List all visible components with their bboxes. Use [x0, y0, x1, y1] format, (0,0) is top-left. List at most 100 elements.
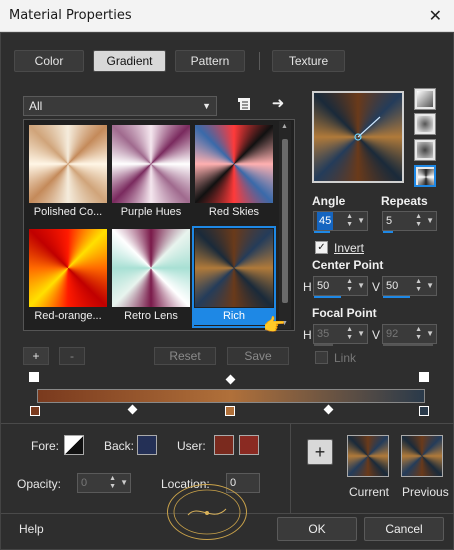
spin-arrows-icon[interactable]: ▲ ▼: [346, 213, 353, 229]
spin-arrows-icon[interactable]: ▲ ▼: [346, 278, 353, 294]
invert-checkbox[interactable]: ✓: [315, 241, 328, 254]
fore-swatch[interactable]: [64, 435, 84, 455]
user-swatch-1[interactable]: [214, 435, 234, 455]
gallery-item-purple-hues[interactable]: Purple Hues: [111, 124, 191, 222]
back-swatch[interactable]: [137, 435, 157, 455]
chevron-down-icon[interactable]: ▼: [357, 325, 365, 343]
previous-label: Previous: [402, 485, 449, 499]
back-label: Back:: [104, 439, 135, 453]
radial-style-button[interactable]: [414, 165, 436, 187]
gallery-item-label: Red Skies: [208, 206, 260, 218]
center-v-stepper[interactable]: 50 ▲ ▼ ▼: [382, 276, 437, 298]
spin-arrows-icon[interactable]: ▲ ▼: [109, 475, 116, 491]
spin-arrows-icon[interactable]: ▲ ▼: [415, 278, 422, 294]
gradient-strip[interactable]: [37, 389, 425, 403]
ok-button[interactable]: OK: [277, 517, 357, 541]
scroll-up-icon[interactable]: ▲: [281, 123, 288, 130]
chevron-down-icon[interactable]: ▼: [120, 474, 128, 492]
reset-button[interactable]: Reset: [154, 347, 216, 365]
gallery-item-label: Rich: [194, 308, 274, 325]
repeats-stepper[interactable]: 5 ▲ ▼ ▼: [382, 211, 437, 233]
gradient-gallery: Polished Co... Purple Hues Red Skies Red…: [23, 119, 295, 331]
focal-h-slider-fill: [314, 344, 333, 346]
gallery-item-red-skies[interactable]: Red Skies: [194, 124, 274, 222]
sunburst-style-button[interactable]: [414, 139, 436, 161]
gradient-thumbnail: [112, 229, 190, 307]
focal-v-slider-fill: [383, 344, 433, 346]
gradient-preview[interactable]: [312, 91, 404, 183]
center-h-label: H: [303, 280, 312, 294]
linear-style-button[interactable]: [414, 88, 436, 110]
top-stop-marker[interactable]: [29, 372, 39, 382]
midpoint-marker[interactable]: [127, 404, 138, 415]
gallery-item-label: Polished Co...: [33, 206, 103, 218]
user-label: User:: [177, 439, 206, 453]
center-h-stepper[interactable]: 50 ▲ ▼ ▼: [313, 276, 368, 298]
help-link[interactable]: Help: [19, 522, 44, 536]
gallery-item-rich[interactable]: Rich: [192, 226, 276, 328]
close-icon[interactable]: ✕: [429, 6, 442, 26]
gallery-options-icon[interactable]: [236, 96, 254, 114]
midpoint-marker[interactable]: [225, 374, 236, 385]
gallery-scrollbar[interactable]: ▲ ▼: [279, 121, 291, 329]
opacity-stepper[interactable]: 0 ▲ ▼ ▼: [77, 473, 131, 493]
arrow-right-icon[interactable]: ➜: [269, 95, 287, 113]
previous-swatch[interactable]: [401, 435, 443, 477]
chevron-down-icon[interactable]: ▼: [426, 277, 434, 295]
current-label: Current: [349, 485, 390, 499]
link-label: Link: [334, 351, 357, 365]
focal-v-value: 92: [386, 328, 399, 340]
scrollbar-thumb[interactable]: [282, 139, 288, 303]
gallery-item-label: Red-orange...: [34, 310, 102, 322]
opacity-value: 0: [81, 477, 88, 489]
repeats-value: 5: [386, 215, 393, 227]
opacity-label: Opacity:: [17, 477, 62, 491]
gallery-item-retro-lens[interactable]: Retro Lens: [111, 228, 191, 326]
save-gradient-button[interactable]: Save: [227, 347, 289, 365]
focal-h-stepper[interactable]: 35 ▲ ▼ ▼: [313, 324, 368, 346]
divider: [1, 423, 454, 424]
angle-label: Angle: [312, 194, 346, 208]
spin-arrows-icon[interactable]: ▲ ▼: [415, 213, 422, 229]
gallery-item-red-orange[interactable]: Red-orange...: [28, 228, 108, 326]
tab-color[interactable]: Color: [14, 50, 84, 72]
spin-arrows-icon[interactable]: ▲ ▼: [346, 326, 353, 342]
link-checkbox[interactable]: [315, 351, 328, 364]
cancel-button[interactable]: Cancel: [364, 517, 444, 541]
current-swatch[interactable]: [347, 435, 389, 477]
midpoint-marker[interactable]: [323, 404, 334, 415]
chevron-down-icon[interactable]: ▼: [357, 277, 365, 295]
focal-v-stepper[interactable]: 92 ▲ ▼ ▼: [382, 324, 437, 346]
user-swatch-2[interactable]: [239, 435, 259, 455]
dialog-body: Color Gradient Pattern Texture All ▼ ➜ P…: [0, 32, 454, 550]
gradient-thumbnail: [29, 125, 107, 203]
angle-value: 45: [317, 212, 334, 230]
divider: [290, 423, 291, 513]
chevron-down-icon[interactable]: ▼: [426, 212, 434, 230]
rectangular-style-button[interactable]: [414, 113, 436, 135]
chevron-down-icon[interactable]: ▼: [357, 212, 365, 230]
angle-stepper[interactable]: 45 ▲ ▼ ▼: [313, 211, 368, 233]
sunburst-gradient-icon: [417, 142, 433, 158]
color-stop-marker[interactable]: [419, 406, 429, 416]
tab-gradient[interactable]: Gradient: [93, 50, 166, 72]
spin-arrows-icon[interactable]: ▲ ▼: [415, 326, 422, 342]
top-stop-marker[interactable]: [419, 372, 429, 382]
focal-h-value: 35: [317, 328, 330, 340]
tab-texture[interactable]: Texture: [272, 50, 345, 72]
color-stop-marker[interactable]: [225, 406, 235, 416]
window-title: Material Properties: [9, 8, 132, 23]
add-to-swatches-button[interactable]: +: [307, 439, 333, 465]
gallery-item-polished-copper[interactable]: Polished Co...: [28, 124, 108, 222]
linear-gradient-icon: [417, 91, 433, 107]
gradient-thumbnail: [195, 229, 273, 307]
color-stop-marker[interactable]: [30, 406, 40, 416]
repeats-slider-fill: [383, 231, 393, 233]
category-dropdown[interactable]: All ▼: [23, 96, 217, 116]
focal-h-label: H: [303, 328, 312, 342]
add-gradient-button[interactable]: +: [23, 347, 49, 365]
remove-gradient-button[interactable]: -: [59, 347, 85, 365]
chevron-down-icon[interactable]: ▼: [426, 325, 434, 343]
tab-separator: [259, 52, 260, 70]
tab-pattern[interactable]: Pattern: [175, 50, 245, 72]
